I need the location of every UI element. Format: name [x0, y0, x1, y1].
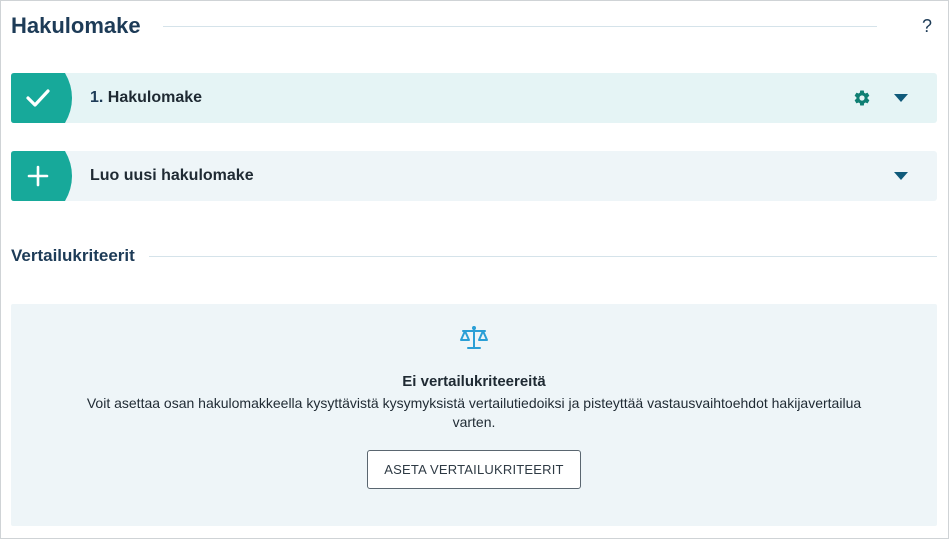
- criteria-header: Vertailukriteerit: [11, 243, 937, 269]
- form-row-hakulomake[interactable]: 1. Hakulomake: [11, 73, 937, 123]
- form-actions: [852, 88, 911, 108]
- gear-icon[interactable]: [852, 88, 872, 108]
- help-icon[interactable]: ?: [917, 14, 937, 38]
- form-status-tab: [11, 73, 73, 123]
- chevron-down-icon[interactable]: [891, 88, 911, 108]
- page-header: Hakulomake ?: [11, 11, 937, 41]
- form-title: 1. Hakulomake: [90, 89, 202, 107]
- page-frame: Hakulomake ? 1. Hakulomake Luo uusi haku…: [0, 0, 949, 539]
- section-divider: [148, 255, 937, 257]
- create-actions: [891, 166, 911, 186]
- check-icon: [25, 86, 51, 110]
- create-form-label: Luo uusi hakulomake: [90, 167, 254, 184]
- create-status-tab: [11, 151, 73, 201]
- empty-title: Ei vertailukriteereitä: [402, 373, 546, 390]
- form-number: 1.: [90, 89, 104, 106]
- scale-icon: [459, 324, 489, 352]
- set-criteria-button[interactable]: ASETA VERTAILUKRITEERIT: [367, 450, 581, 489]
- form-row-create-new[interactable]: Luo uusi hakulomake: [11, 151, 937, 201]
- plus-icon: [25, 164, 51, 188]
- chevron-down-icon[interactable]: [891, 166, 911, 186]
- title-divider: [162, 25, 877, 27]
- criteria-empty-state: Ei vertailukriteereitä Voit asettaa osan…: [11, 304, 937, 526]
- page-title: Hakulomake: [11, 13, 141, 38]
- section-title: Vertailukriteerit: [11, 246, 135, 265]
- empty-description: Voit asettaa osan hakulomakkeella kysytt…: [86, 395, 862, 430]
- form-label: Hakulomake: [107, 89, 203, 106]
